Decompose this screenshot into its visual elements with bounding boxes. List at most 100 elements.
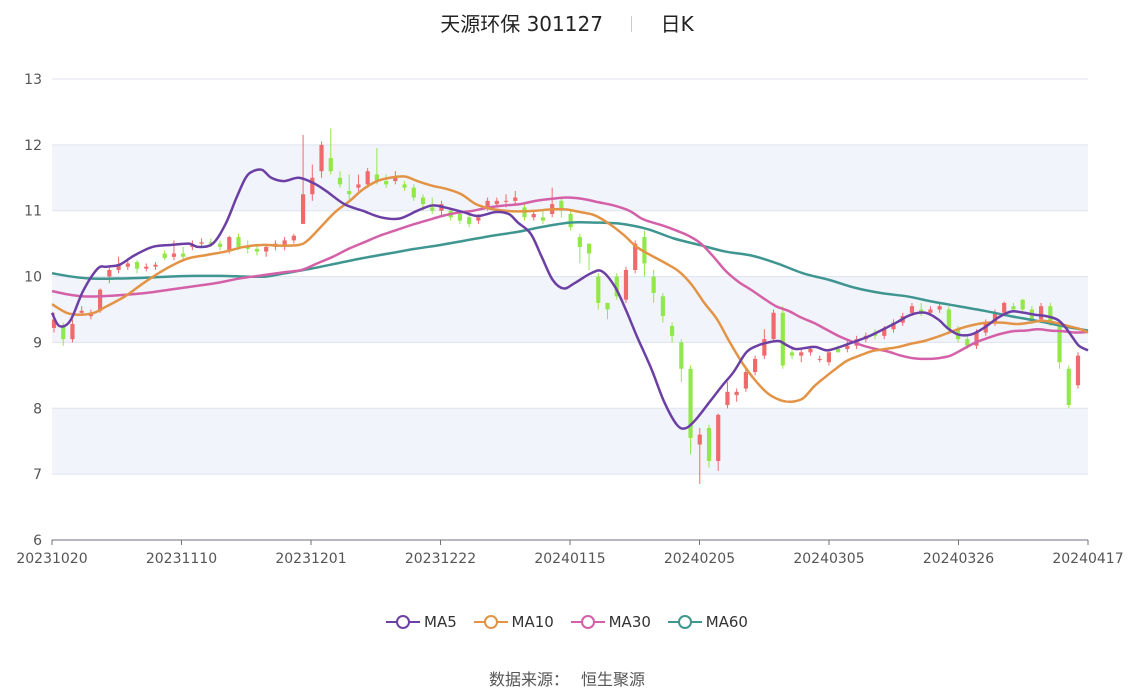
candle	[217, 240, 223, 251]
candle-body	[107, 269, 112, 277]
candle-body	[503, 200, 509, 202]
legend-label-ma30: MA30	[608, 613, 651, 631]
y-tick-label: 7	[33, 467, 42, 483]
x-tick-label: 20240115	[534, 551, 605, 567]
candle-body	[743, 372, 748, 389]
candle-body	[716, 414, 721, 461]
legend-item-ma30[interactable]: MA30	[570, 613, 651, 631]
candle	[725, 381, 730, 409]
candle-body	[494, 200, 499, 205]
candle-body	[134, 262, 140, 269]
candle-body	[310, 177, 315, 195]
x-axis: 20231020 20231110 20231201 20231222 20240115…	[16, 539, 1124, 567]
candle-body	[61, 325, 66, 340]
candle-body	[430, 207, 435, 211]
candle-body	[236, 237, 241, 247]
candle-body	[171, 253, 177, 257]
candle-body	[577, 237, 582, 247]
candle	[1066, 365, 1071, 409]
grid-band	[52, 408, 1088, 475]
grid-bands	[52, 78, 1088, 541]
candle-body	[356, 184, 361, 188]
candle-body	[411, 187, 416, 198]
candle	[282, 237, 287, 251]
candle	[679, 339, 684, 382]
y-tick-label: 9	[33, 335, 42, 351]
x-tick-label: 20231110	[146, 551, 217, 567]
candle	[734, 388, 739, 402]
legend-item-ma5[interactable]: MA5	[386, 613, 457, 631]
legend-item-ma60[interactable]: MA60	[667, 613, 748, 631]
candle-body	[467, 217, 472, 224]
candle-body	[476, 217, 481, 221]
candle-body	[836, 349, 841, 353]
y-axis: 6 7 8 9 10 11 12 13	[24, 72, 42, 549]
candle	[540, 210, 546, 224]
candle-body	[347, 190, 352, 195]
candle-body	[420, 197, 426, 205]
candle-body	[826, 352, 832, 363]
y-tick-label: 12	[24, 138, 42, 154]
candle	[586, 243, 592, 270]
candle-body	[1066, 368, 1071, 405]
candle-body	[98, 289, 103, 311]
candle-body	[605, 302, 610, 310]
y-tick-label: 13	[24, 72, 42, 88]
candle-body	[789, 352, 795, 356]
candle	[162, 250, 167, 261]
candle-body	[799, 352, 804, 356]
candle	[467, 214, 472, 228]
candle-body	[845, 345, 850, 350]
candle-body	[679, 342, 684, 369]
candle-body	[153, 264, 158, 267]
candle	[181, 246, 186, 261]
y-tick-label: 6	[33, 533, 42, 549]
legend: MA5 MA10 MA30 MA60	[0, 613, 1134, 634]
candle-body	[568, 214, 573, 228]
candle-body	[1002, 302, 1007, 313]
grid-band	[52, 144, 1088, 211]
candle-body	[909, 306, 915, 313]
candle-body	[1038, 306, 1044, 320]
candle-body	[217, 243, 223, 247]
x-tick-label: 20231201	[275, 551, 346, 567]
source-label: 数据来源：	[488, 670, 569, 689]
y-tick-label: 11	[24, 204, 42, 220]
candle-body	[254, 248, 260, 252]
x-tick-label: 20240326	[923, 551, 994, 567]
candle-body	[706, 428, 712, 461]
legend-item-ma10[interactable]: MA10	[473, 613, 554, 631]
candle	[771, 309, 776, 343]
candle	[134, 260, 140, 274]
candle-body	[753, 358, 758, 373]
candle-body	[660, 296, 665, 317]
kline-chart[interactable]: 678910111213 20231020 20231110 20231201 202…	[0, 0, 1134, 600]
candle-body	[771, 312, 776, 340]
candle-body	[125, 263, 130, 267]
candle-body	[181, 253, 186, 257]
candle-body	[402, 184, 407, 188]
candle	[577, 233, 582, 264]
ma30-legend-icon	[570, 615, 605, 629]
x-tick-label: 20240205	[664, 551, 735, 567]
candle-body	[319, 144, 324, 172]
candle-body	[651, 276, 656, 294]
candle-body	[928, 309, 933, 313]
candle	[780, 306, 785, 369]
candle-body	[79, 310, 84, 313]
candle	[153, 262, 158, 270]
candle-body	[1075, 355, 1081, 386]
candle-body	[162, 253, 167, 259]
candle-body	[199, 242, 204, 244]
legend-label-ma10: MA10	[511, 613, 554, 631]
candle	[817, 355, 822, 363]
x-tick-label: 20240305	[793, 551, 864, 567]
candle-body	[70, 323, 75, 340]
candle-body	[337, 177, 343, 185]
legend-label-ma5: MA5	[424, 613, 457, 631]
data-source: 数据来源： 恒生聚源	[0, 666, 1134, 690]
candle	[789, 349, 795, 359]
candle-body	[780, 312, 785, 366]
candle-body	[540, 217, 546, 221]
candle-body	[734, 391, 739, 396]
